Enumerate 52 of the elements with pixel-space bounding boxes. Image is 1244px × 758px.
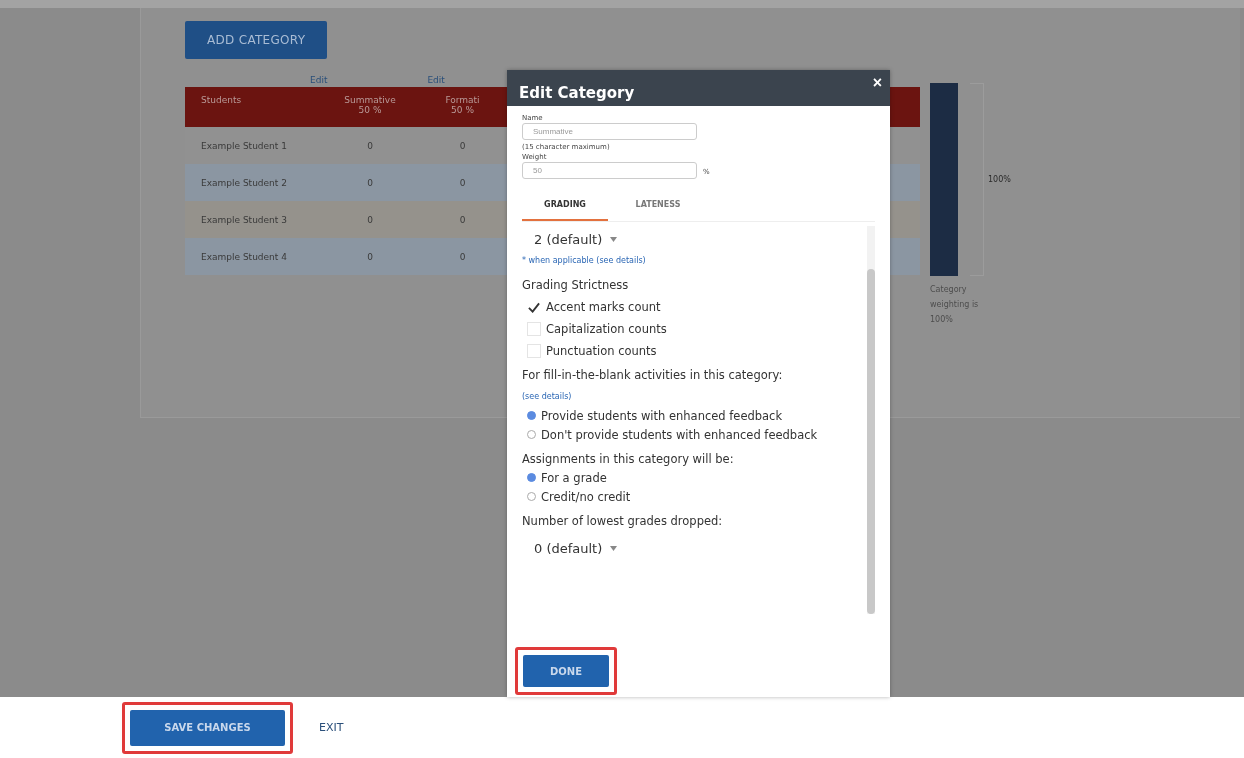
- radio-label: Credit/no credit: [541, 489, 631, 505]
- dropped-grades-dropdown[interactable]: 0 (default): [522, 535, 630, 562]
- weight-field[interactable]: 50: [522, 162, 697, 179]
- checkbox-label: Capitalization counts: [546, 321, 667, 337]
- done-button[interactable]: DONE: [523, 655, 609, 687]
- tab[interactable]: GRADING: [522, 192, 608, 221]
- exit-link[interactable]: EXIT: [319, 721, 344, 734]
- table-cell-text: 0: [366, 214, 374, 225]
- name-field[interactable]: Summative: [522, 123, 697, 140]
- radio-button[interactable]: [527, 492, 536, 501]
- column-header: Students: [201, 95, 242, 105]
- table-cell-text: Example Student 1: [200, 140, 288, 151]
- table-cell-text: 0: [458, 140, 467, 151]
- table-cell-text: Example Student 4: [200, 251, 288, 262]
- table-cell-text: 0: [366, 140, 374, 151]
- table-cell-text: 0: [458, 251, 467, 262]
- save-changes-button[interactable]: SAVE CHANGES: [130, 709, 285, 746]
- table-cell-text: 0: [458, 214, 467, 225]
- tab[interactable]: LATENESS: [608, 192, 708, 221]
- bar-label: 100%: [988, 175, 1011, 184]
- see-details-link[interactable]: (see details): [522, 389, 837, 405]
- section-label: Grading Strictness: [522, 277, 630, 293]
- checkbox-label: Accent marks count: [546, 299, 661, 315]
- section-label: Number of lowest grades dropped:: [522, 513, 724, 529]
- edit-link[interactable]: Edit: [427, 75, 445, 85]
- section-label: Assignments in this category will be:: [522, 451, 735, 467]
- table-cell-text: Example Student 3: [200, 214, 288, 225]
- checkbox[interactable]: [527, 300, 541, 314]
- attempts-dropdown[interactable]: 2 (default): [522, 226, 630, 253]
- section-label: For fill-in-the-blank activities in this category:: [522, 367, 784, 383]
- caret-icon: [610, 546, 618, 551]
- close-button[interactable]: ×: [872, 74, 882, 92]
- radio-label: Provide students with enhanced feedback: [541, 408, 783, 424]
- dialog-title: Edit Category: [519, 84, 635, 102]
- checkbox-label: Punctuation counts: [546, 343, 657, 359]
- add-category-button[interactable]: ADD CATEGORY: [185, 21, 328, 59]
- table-cell-text: 0: [366, 251, 374, 262]
- column-weight: 50 %: [357, 105, 383, 115]
- radio-button[interactable]: [527, 430, 536, 439]
- see-details-link[interactable]: * when applicable (see details): [522, 253, 837, 269]
- radio-button[interactable]: [527, 473, 536, 482]
- edit-link[interactable]: Edit: [310, 75, 328, 85]
- column-header: Summative: [343, 95, 397, 105]
- table-cell-text: 0: [458, 177, 467, 188]
- table-cell-text: Example Student 2: [200, 177, 288, 188]
- radio-button[interactable]: [527, 411, 536, 420]
- column-header: Formati: [444, 95, 481, 105]
- table-cell-text: 0: [366, 177, 374, 188]
- radio-label: For a grade: [541, 470, 607, 486]
- checkmark-icon: [528, 301, 540, 313]
- radio-label: Don't provide students with enhanced feedback: [541, 427, 818, 443]
- column-weight: 50 %: [450, 105, 475, 115]
